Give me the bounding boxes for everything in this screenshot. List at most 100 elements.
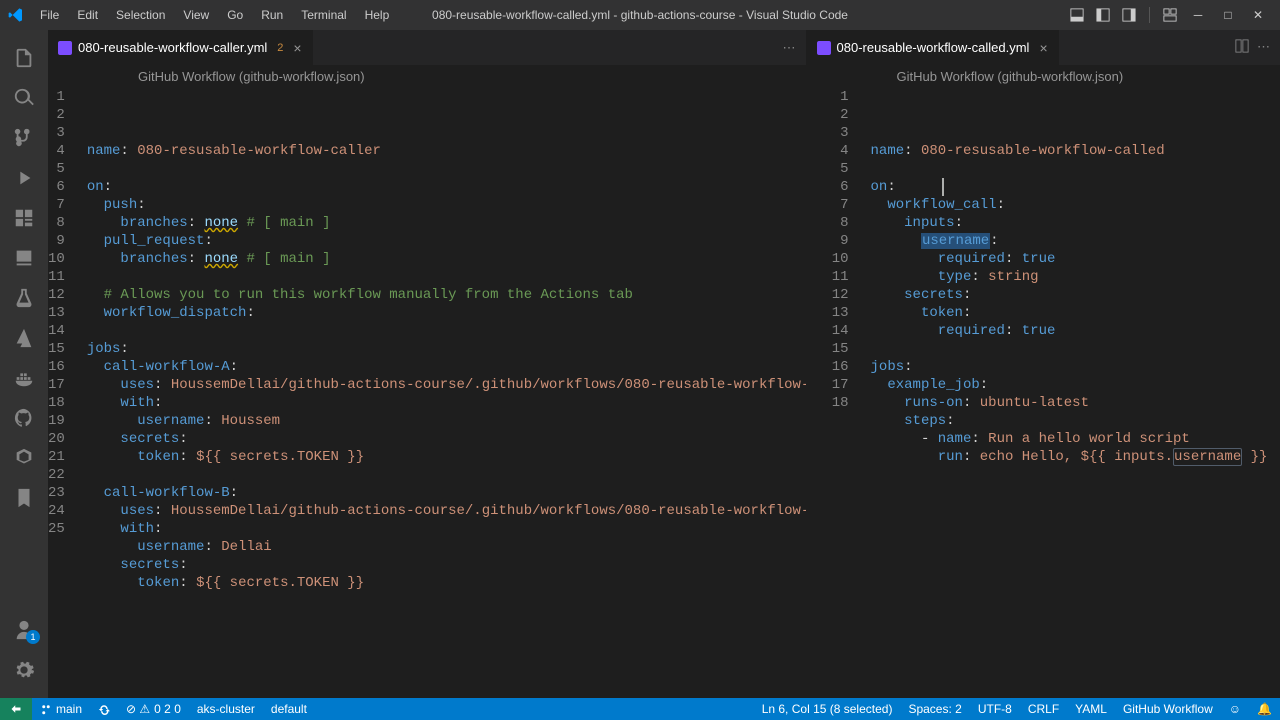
status-workflow[interactable]: GitHub Workflow [1115,698,1221,720]
code-line[interactable]: call-workflow-B: [87,484,806,502]
code-line[interactable] [87,322,806,340]
code-line[interactable]: call-workflow-A: [87,358,806,376]
code-line[interactable]: uses: HoussemDellai/github-actions-cours… [87,376,806,394]
code-line[interactable]: # Allows you to run this workflow manual… [87,286,806,304]
code-line[interactable]: secrets: [87,430,806,448]
code-line[interactable]: inputs: [871,214,1280,232]
code-line[interactable]: branches: none # [ main ] [87,214,806,232]
run-debug-icon[interactable] [0,158,48,198]
status-notifications-icon[interactable]: 🔔 [1249,698,1280,720]
code-line[interactable]: jobs: [87,340,806,358]
menu-go[interactable]: Go [219,4,251,26]
accounts-icon[interactable]: 1 [0,610,48,650]
code-line[interactable]: secrets: [87,556,806,574]
code-line[interactable]: workflow_call: [871,196,1280,214]
code-line[interactable]: username: Dellai [87,538,806,556]
breadcrumb-left[interactable]: GitHub Workflow (github-workflow.json) [48,65,806,88]
status-branch[interactable]: main [32,698,90,720]
minimize-button[interactable]: ─ [1184,4,1212,26]
kubernetes-icon[interactable] [0,438,48,478]
github-icon[interactable] [0,398,48,438]
code-line[interactable]: username: [871,232,1280,250]
bookmark-icon[interactable] [0,478,48,518]
editor-more-icon[interactable]: ⋯ [1257,39,1270,56]
status-profile[interactable]: default [263,698,315,720]
code-line[interactable]: type: string [871,268,1280,286]
code-line[interactable] [87,268,806,286]
menu-file[interactable]: File [32,4,67,26]
status-cluster[interactable]: aks-cluster [189,698,263,720]
code-line[interactable] [871,160,1280,178]
remote-indicator[interactable] [0,698,32,720]
status-bar: main ⊘ ⚠ 0 2 0 aks-cluster default Ln 6,… [0,698,1280,720]
code-line[interactable]: jobs: [871,358,1280,376]
status-sync[interactable] [90,698,118,720]
code-line[interactable]: example_job: [871,376,1280,394]
code-line[interactable]: secrets: [871,286,1280,304]
tab-close-icon[interactable]: × [293,40,301,56]
code-line[interactable]: name: 080-resusable-workflow-called [871,142,1280,160]
testing-icon[interactable] [0,278,48,318]
yaml-file-icon [58,41,72,55]
status-encoding[interactable]: UTF-8 [970,698,1020,720]
code-line[interactable]: push: [87,196,806,214]
remote-explorer-icon[interactable] [0,238,48,278]
code-line[interactable]: branches: none # [ main ] [87,250,806,268]
code-editor-left[interactable]: 1234567891011121314151617181920212223242… [48,88,806,698]
menu-edit[interactable]: Edit [69,4,106,26]
code-line[interactable]: with: [87,520,806,538]
layout-sidebar-right-icon[interactable] [1119,5,1139,25]
status-feedback-icon[interactable]: ☺ [1221,698,1249,720]
source-control-icon[interactable] [0,118,48,158]
layout-custom-icon[interactable] [1160,5,1180,25]
status-eol[interactable]: CRLF [1020,698,1067,720]
status-problems[interactable]: ⊘ ⚠ 0 2 0 [118,698,189,720]
code-line[interactable]: username: Houssem [87,412,806,430]
code-line[interactable] [871,340,1280,358]
explorer-icon[interactable] [0,38,48,78]
code-editor-right[interactable]: 123456789101112131415161718 name: 080-re… [807,88,1280,698]
code-line[interactable]: runs-on: ubuntu-latest [871,394,1280,412]
vscode-logo-icon [8,7,24,23]
code-line[interactable] [87,160,806,178]
menu-view[interactable]: View [175,4,217,26]
layout-panel-icon[interactable] [1067,5,1087,25]
maximize-button[interactable]: □ [1214,4,1242,26]
code-line[interactable]: steps: [871,412,1280,430]
code-line[interactable]: token: ${{ secrets.TOKEN }} [87,448,806,466]
menu-run[interactable]: Run [253,4,291,26]
search-icon[interactable] [0,78,48,118]
code-line[interactable]: required: true [871,250,1280,268]
code-line[interactable]: pull_request: [87,232,806,250]
editor-more-icon[interactable]: ⋯ [783,40,796,56]
code-line[interactable]: run: echo Hello, ${{ inputs.username }} [871,448,1280,466]
code-line[interactable]: on: [871,178,1280,196]
docker-icon[interactable] [0,358,48,398]
azure-icon[interactable] [0,318,48,358]
status-indent[interactable]: Spaces: 2 [900,698,969,720]
code-line[interactable]: token: [871,304,1280,322]
code-line[interactable]: workflow_dispatch: [87,304,806,322]
code-line[interactable]: required: true [871,322,1280,340]
settings-gear-icon[interactable] [0,650,48,690]
extensions-icon[interactable] [0,198,48,238]
menu-terminal[interactable]: Terminal [293,4,354,26]
code-line[interactable]: name: 080-resusable-workflow-caller [87,142,806,160]
layout-sidebar-icon[interactable] [1093,5,1113,25]
tab-caller[interactable]: 080-reusable-workflow-caller.yml 2 × [48,30,313,65]
editor-split-icon[interactable] [1235,39,1249,56]
code-line[interactable]: with: [87,394,806,412]
code-line[interactable]: - name: Run a hello world script [871,430,1280,448]
breadcrumb-right[interactable]: GitHub Workflow (github-workflow.json) [807,65,1280,88]
close-window-button[interactable]: ✕ [1244,4,1272,26]
tab-close-icon[interactable]: × [1039,40,1047,56]
code-line[interactable]: on: [87,178,806,196]
code-line[interactable]: uses: HoussemDellai/github-actions-cours… [87,502,806,520]
code-line[interactable]: token: ${{ secrets.TOKEN }} [87,574,806,592]
status-language[interactable]: YAML [1067,698,1115,720]
status-cursor-pos[interactable]: Ln 6, Col 15 (8 selected) [754,698,901,720]
tab-called[interactable]: 080-reusable-workflow-called.yml × [807,30,1059,65]
code-line[interactable] [87,466,806,484]
menu-help[interactable]: Help [357,4,398,26]
menu-selection[interactable]: Selection [108,4,173,26]
